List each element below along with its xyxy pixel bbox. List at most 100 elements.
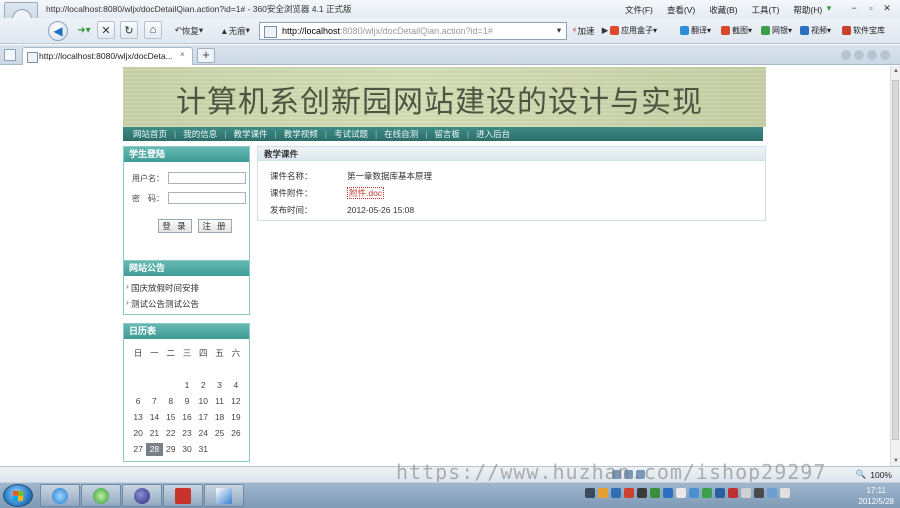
calendar-day[interactable]: 23 <box>179 427 195 440</box>
scroll-thumb[interactable] <box>892 80 899 440</box>
calendar-day[interactable]: 21 <box>146 427 162 440</box>
scroll-up-icon[interactable]: ▲ <box>893 68 899 74</box>
notice-item[interactable]: 国庆放假时间安排 <box>124 281 249 294</box>
calendar-day[interactable]: 8 <box>163 395 179 408</box>
taskbar-feiq[interactable] <box>204 484 244 507</box>
taskbar-360-browser[interactable] <box>81 484 121 507</box>
calendar-day[interactable]: 14 <box>146 411 162 424</box>
calendar-day[interactable]: 2 <box>195 379 211 392</box>
close-window-icon[interactable]: ✕ <box>880 2 894 14</box>
tray-icon[interactable] <box>650 488 660 498</box>
zoom-control[interactable]: 🔍 100% <box>856 469 892 480</box>
tray-icon[interactable] <box>611 488 621 498</box>
screenshot-button[interactable]: 截图 ▾ <box>721 25 752 36</box>
calendar-day[interactable]: 17 <box>195 411 211 424</box>
tab-current[interactable]: http://localhost:8080/wljx/docDeta... <box>22 47 193 65</box>
tab-close-all-icon[interactable] <box>880 50 890 60</box>
menu-file[interactable]: 文件(F) <box>625 4 653 16</box>
video-button[interactable]: 视频 ▾ <box>800 25 831 36</box>
app-box-button[interactable]: 应用盒子 ▾ <box>610 25 657 36</box>
username-input[interactable] <box>168 172 246 184</box>
tab-scroll-right-icon[interactable] <box>854 50 864 60</box>
tray-icon[interactable] <box>585 488 595 498</box>
calendar-day[interactable]: 22 <box>163 427 179 440</box>
password-input[interactable] <box>168 192 246 204</box>
tray-icon[interactable] <box>676 488 686 498</box>
menu-view[interactable]: 查看(V) <box>667 4 695 16</box>
tray-icon[interactable] <box>624 488 634 498</box>
vertical-scrollbar[interactable]: ▲ ▼ <box>890 66 900 466</box>
taskbar-clock[interactable]: 17:11 2012/5/28 <box>858 485 894 507</box>
nav-my-info[interactable]: 我的信息 <box>183 128 217 140</box>
calendar-day[interactable]: 12 <box>228 395 244 408</box>
refresh-button[interactable]: ↻ <box>120 21 138 39</box>
tray-icon[interactable] <box>598 488 608 498</box>
taskbar-app[interactable] <box>163 484 203 507</box>
translate-button[interactable]: 翻译 ▾ <box>680 25 711 36</box>
tray-icon[interactable] <box>728 488 738 498</box>
tray-icon[interactable] <box>754 488 764 498</box>
taskbar-eclipse[interactable] <box>122 484 162 507</box>
tray-icon[interactable] <box>767 488 777 498</box>
nav-message-board[interactable]: 留言板 <box>434 128 460 140</box>
nav-video[interactable]: 教学视频 <box>284 128 318 140</box>
tray-icon[interactable] <box>715 488 725 498</box>
calendar-day[interactable]: 9 <box>179 395 195 408</box>
tab-scroll-left-icon[interactable] <box>841 50 851 60</box>
maximize-icon[interactable]: ▫ <box>864 2 878 14</box>
calendar-day[interactable]: 11 <box>211 395 227 408</box>
register-button[interactable]: 注 册 <box>198 219 232 233</box>
tray-icon[interactable] <box>689 488 699 498</box>
calendar-day[interactable]: 16 <box>179 411 195 424</box>
skin-icon[interactable]: ▾ <box>822 2 836 14</box>
tray-icon[interactable] <box>780 488 790 498</box>
address-dropdown[interactable]: ▾ <box>552 21 566 40</box>
calendar-day[interactable]: 19 <box>228 411 244 424</box>
notice-item[interactable]: 测试公告测试公告 <box>124 297 249 310</box>
tray-icon[interactable] <box>637 488 647 498</box>
calendar-day[interactable]: 6 <box>130 395 146 408</box>
tray-icon[interactable] <box>741 488 751 498</box>
calendar-day[interactable]: 29 <box>163 443 179 456</box>
calendar-day[interactable]: 31 <box>195 443 211 456</box>
bank-button[interactable]: 网银 ▾ <box>761 25 792 36</box>
calendar-day[interactable]: 27 <box>130 443 146 456</box>
scroll-down-icon[interactable]: ▼ <box>893 458 899 464</box>
calendar-day[interactable]: 3 <box>211 379 227 392</box>
tab-close-icon[interactable]: × <box>180 50 185 59</box>
nav-self-test[interactable]: 在线自测 <box>384 128 418 140</box>
calendar-day[interactable]: 13 <box>130 411 146 424</box>
minimize-icon[interactable]: − <box>847 2 861 14</box>
stop-button[interactable]: ✕ <box>97 21 115 39</box>
sidebar-toggle-icon[interactable] <box>4 49 16 61</box>
menu-help[interactable]: 帮助(H) <box>793 4 822 16</box>
nav-courseware[interactable]: 教学课件 <box>233 128 267 140</box>
restore-button[interactable]: ↶ 恢复 ▾ <box>168 21 210 40</box>
menu-favorites[interactable]: 收藏(B) <box>709 4 737 16</box>
login-button[interactable]: 登 录 <box>158 219 192 233</box>
forward-button[interactable]: ➜▾ <box>71 21 97 40</box>
calendar-day[interactable]: 24 <box>195 427 211 440</box>
nav-admin[interactable]: 进入后台 <box>476 128 510 140</box>
start-button[interactable] <box>3 484 33 507</box>
calendar-day[interactable]: 4 <box>228 379 244 392</box>
home-button[interactable]: ⌂ <box>144 21 162 39</box>
back-button[interactable]: ◀ <box>48 21 68 41</box>
calendar-day[interactable]: 10 <box>195 395 211 408</box>
calendar-day[interactable]: 20 <box>130 427 146 440</box>
menu-tools[interactable]: 工具(T) <box>752 4 780 16</box>
calendar-day[interactable]: 25 <box>211 427 227 440</box>
calendar-day[interactable]: 18 <box>211 411 227 424</box>
nav-exam[interactable]: 考试试题 <box>334 128 368 140</box>
calendar-day[interactable]: 15 <box>163 411 179 424</box>
calendar-day[interactable]: 1 <box>179 379 195 392</box>
calendar-day[interactable]: 7 <box>146 395 162 408</box>
calendar-day[interactable]: 30 <box>179 443 195 456</box>
calendar-day-today[interactable]: 28 <box>146 442 163 456</box>
tray-icon[interactable] <box>663 488 673 498</box>
software-store-button[interactable]: 软件宝库 <box>842 25 885 36</box>
nav-home[interactable]: 网站首页 <box>133 128 167 140</box>
new-tab-button[interactable]: + <box>197 48 215 63</box>
incognito-button[interactable]: ▲ 无痕 ▾ <box>214 21 256 40</box>
accelerate-button[interactable]: ⚡ 加速 <box>568 21 598 40</box>
